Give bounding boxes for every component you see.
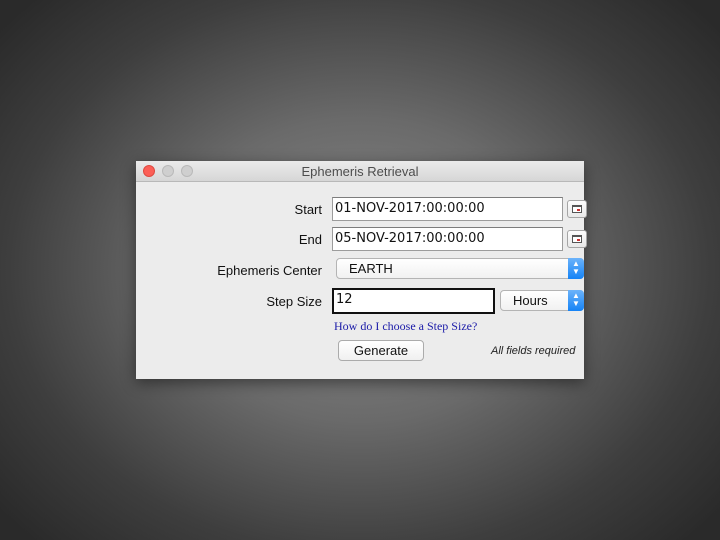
window-title: Ephemeris Retrieval: [301, 164, 419, 179]
step-unit-value: Hours: [513, 293, 548, 308]
step-size-label: Step Size: [266, 294, 322, 309]
step-size-help-link[interactable]: How do I choose a Step Size?: [334, 319, 477, 334]
start-calendar-button[interactable]: [567, 200, 587, 218]
step-unit-select[interactable]: Hours ▲ ▼: [500, 290, 584, 311]
end-label: End: [298, 232, 322, 247]
ephemeris-center-select[interactable]: EARTH ▲ ▼: [336, 258, 584, 279]
generate-button[interactable]: Generate: [338, 340, 424, 361]
calendar-icon: [572, 205, 582, 213]
updown-chevron-icon: ▲ ▼: [568, 258, 584, 279]
start-date-field[interactable]: 01-NOV-2017:00:00:00: [332, 197, 563, 221]
ephemeris-center-label: Ephemeris Center: [217, 263, 322, 278]
updown-chevron-icon: ▲ ▼: [568, 290, 584, 311]
required-fields-note: All fields required: [491, 345, 576, 357]
calendar-icon: [572, 235, 582, 243]
start-label: Start: [294, 202, 322, 217]
end-date-field[interactable]: 05-NOV-2017:00:00:00: [332, 227, 563, 251]
title-bar[interactable]: Ephemeris Retrieval: [136, 161, 584, 182]
step-size-field[interactable]: 12: [332, 288, 495, 314]
end-calendar-button[interactable]: [567, 230, 587, 248]
ephemeris-retrieval-window: Ephemeris Retrieval Start 01-NOV-2017:00…: [136, 161, 587, 379]
ephemeris-center-value: EARTH: [349, 261, 393, 276]
